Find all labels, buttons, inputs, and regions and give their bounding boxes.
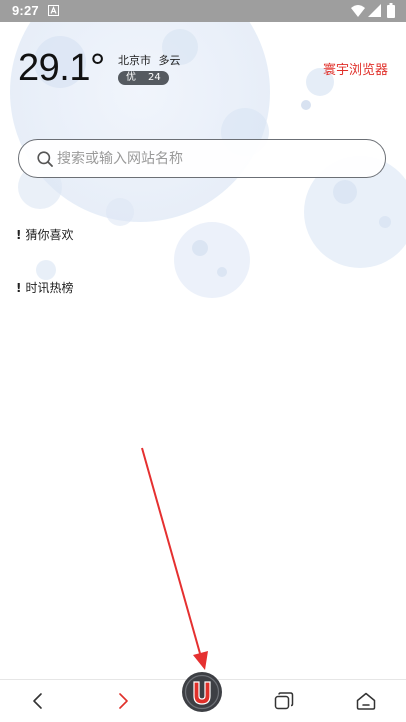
section-mark: ! <box>16 281 22 295</box>
weather-city: 北京市 <box>118 54 151 67</box>
signal-icon <box>368 4 381 17</box>
home-button[interactable] <box>341 680 391 722</box>
battery-icon <box>387 3 395 18</box>
notification-a-icon <box>48 5 59 16</box>
tabs-icon <box>274 692 294 710</box>
aqi-badge: 优 24 <box>118 71 169 85</box>
chevron-left-icon <box>33 693 42 709</box>
back-button[interactable] <box>13 680 63 722</box>
home-icon <box>356 692 376 710</box>
weather-condition: 多云 <box>158 54 181 67</box>
search-bar[interactable] <box>18 139 386 178</box>
search-icon <box>37 151 53 167</box>
section-hot-list: ! 时讯热榜 <box>16 279 74 296</box>
search-input[interactable] <box>57 140 357 177</box>
forward-button[interactable] <box>98 680 148 722</box>
status-bar: 9:27 <box>0 0 406 22</box>
u-logo-button[interactable] <box>181 671 223 713</box>
section-mark: ! <box>16 228 22 242</box>
browser-brand-link[interactable]: 寰宇浏览器 <box>323 59 388 78</box>
tabs-button[interactable] <box>259 680 309 722</box>
weather-location: 北京市 多云 <box>118 52 181 68</box>
chevron-right-icon <box>119 693 128 709</box>
aqi-value: 24 <box>148 72 161 83</box>
section-label-hot: 时讯热榜 <box>25 281 74 295</box>
section-guess-you-like: ! 猜你喜欢 <box>16 226 74 243</box>
status-time: 9:27 <box>12 3 39 18</box>
section-label-guess: 猜你喜欢 <box>25 228 74 242</box>
aqi-label: 优 <box>126 72 136 83</box>
temperature: 29.1° <box>18 47 105 89</box>
wifi-icon <box>351 5 365 17</box>
